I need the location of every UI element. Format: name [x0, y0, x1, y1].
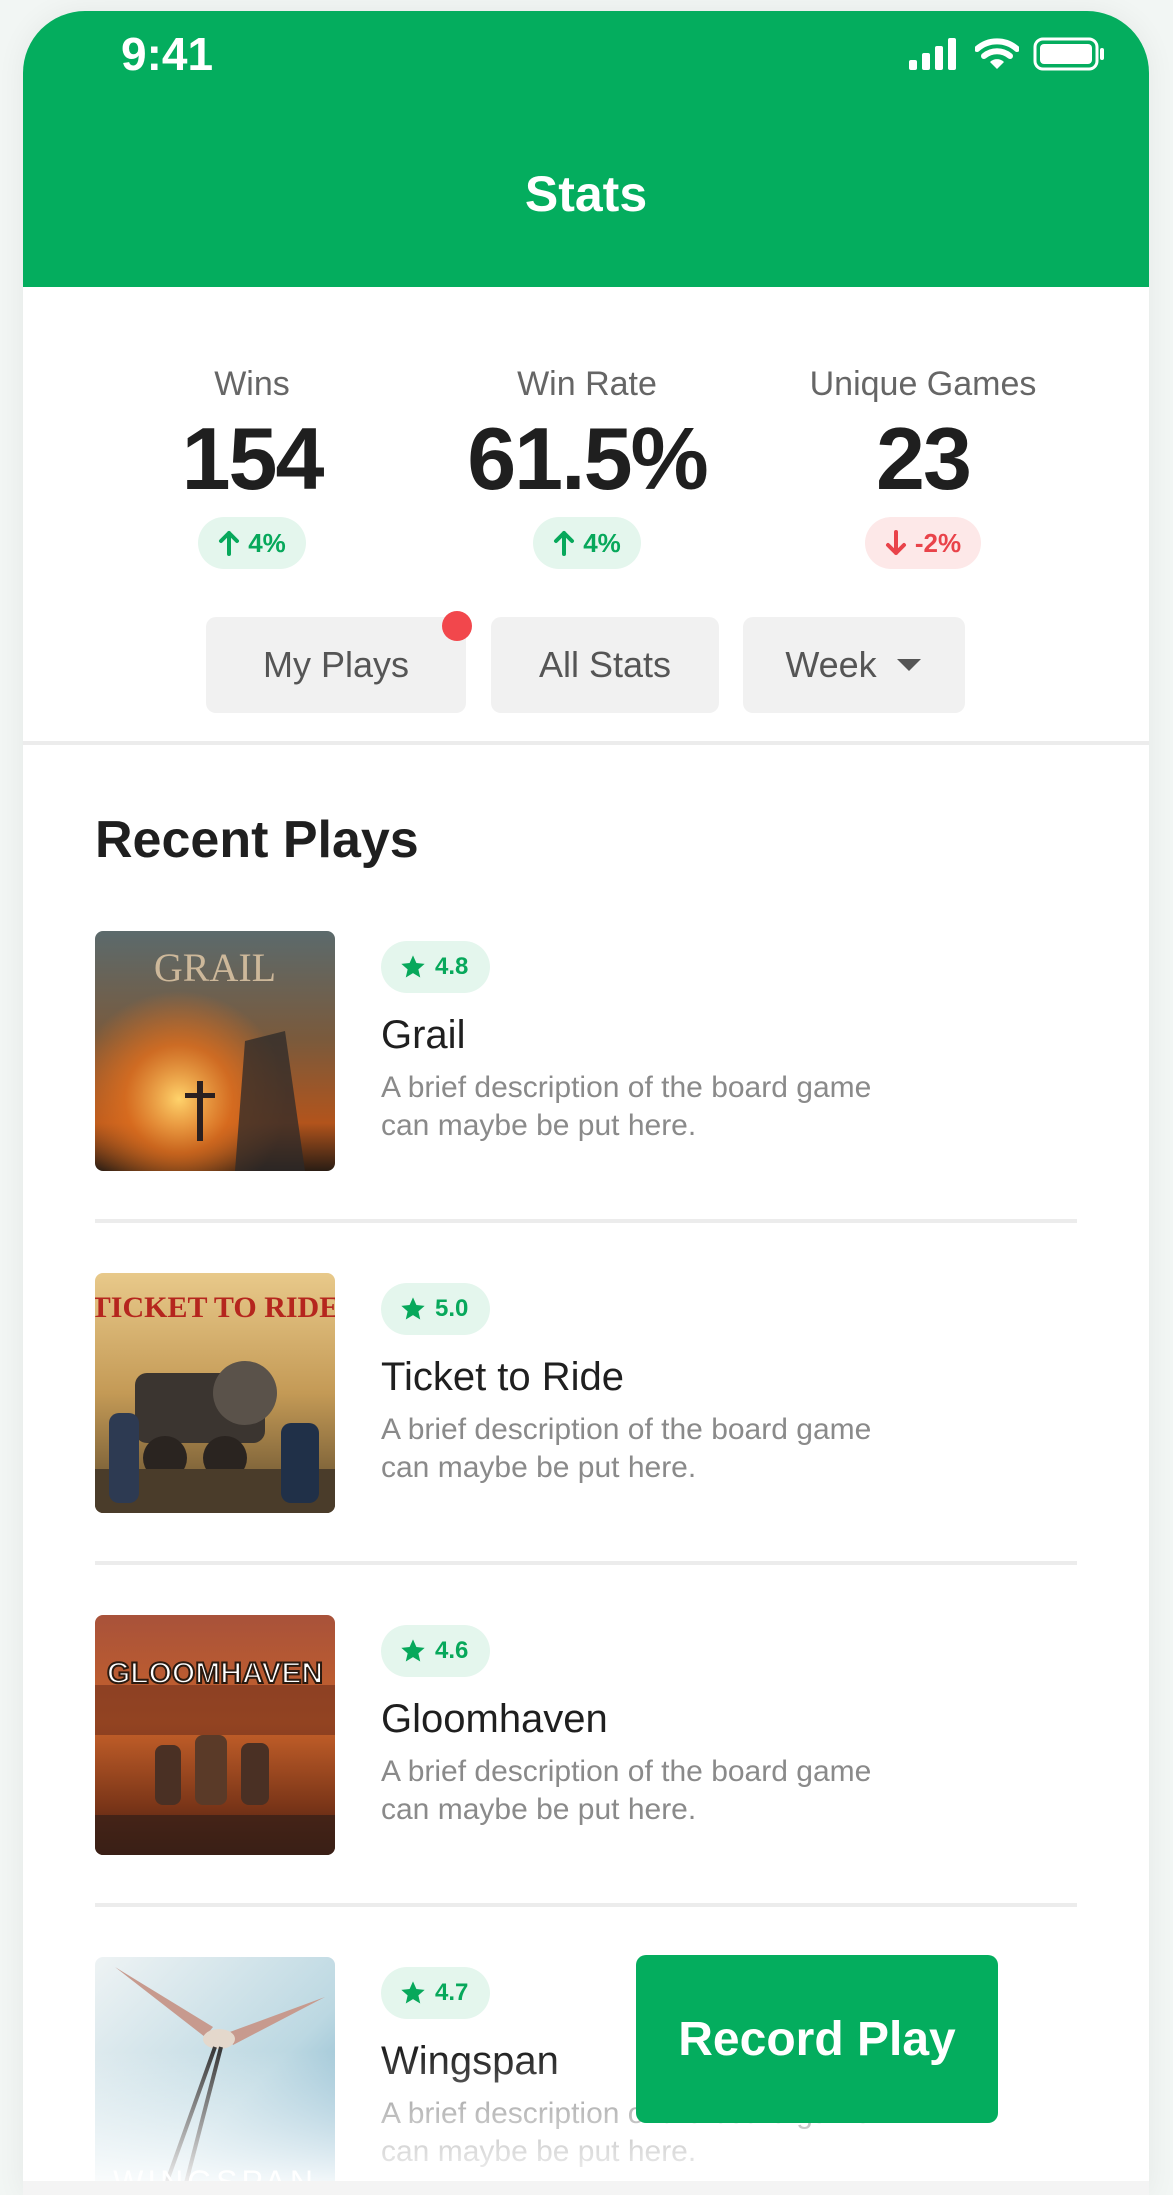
bottom-bar — [23, 2181, 1149, 2195]
trend-value: -2% — [914, 527, 962, 558]
stat-value: 61.5% — [467, 409, 709, 508]
game-title: Ticket to Ride — [381, 1355, 625, 1399]
tab-all-stats[interactable]: All Stats — [491, 617, 719, 713]
game-cover-gloomhaven: GLOOMHAVEN — [95, 1615, 335, 1855]
star-icon — [401, 955, 425, 978]
section-divider — [23, 741, 1149, 745]
stat-win-rate: Win Rate 61.5% 4% — [417, 367, 757, 569]
trend-value: 4% — [248, 527, 286, 558]
rating-value: 4.8 — [435, 953, 469, 980]
rating-badge: 4.6 — [381, 1625, 491, 1677]
item-divider — [95, 1219, 1077, 1223]
game-title: Wingspan — [381, 2039, 559, 2083]
game-cover-wingspan: WINGSPAN — [95, 1957, 335, 2195]
app-header: 9:41 Stats — [23, 11, 1149, 287]
arrow-up-icon — [554, 531, 575, 556]
tab-label: All Stats — [538, 644, 672, 685]
stat-label: Win Rate — [517, 365, 657, 403]
tab-my-plays[interactable]: My Plays — [206, 611, 472, 713]
battery-icon — [1033, 37, 1104, 71]
notification-dot — [442, 611, 472, 641]
game-title: Gloomhaven — [381, 1697, 608, 1741]
game-description: A brief description of the board game ca… — [381, 1755, 872, 1826]
stat-wins: Wins 154 4% — [82, 367, 422, 569]
list-item[interactable]: TICKET TO RIDE 5.0 Ticket to Ride A brie… — [95, 1273, 1077, 1615]
rating-value: 4.6 — [435, 1637, 469, 1664]
status-icons — [909, 37, 1105, 71]
trend-badge-down: -2% — [864, 517, 982, 569]
cover-text: GLOOMHAVEN — [107, 1657, 323, 1690]
list-item[interactable]: GLOOMHAVEN 4.6 Gloomhaven A brief descri… — [95, 1615, 1077, 1957]
phone-screen: 9:41 Stats Wins 154 4% Win Rate 61.5% 4%… — [23, 11, 1149, 2195]
period-label: Week — [785, 644, 877, 685]
trend-badge-up: 4% — [533, 517, 641, 569]
signal-icon — [909, 38, 956, 70]
status-time: 9:41 — [121, 28, 214, 80]
game-cover-grail: GRAIL — [95, 931, 335, 1171]
stat-value: 154 — [181, 409, 325, 508]
trend-value: 4% — [583, 527, 621, 558]
trend-badge-up: 4% — [198, 517, 306, 569]
item-divider — [95, 1561, 1077, 1565]
item-divider — [95, 1903, 1077, 1907]
stat-label: Wins — [214, 365, 290, 403]
star-icon — [401, 1639, 425, 1662]
cover-text: TICKET TO RIDE — [95, 1291, 335, 1324]
cover-text: GRAIL — [154, 945, 276, 990]
section-title: Recent Plays — [95, 811, 419, 869]
record-play-button[interactable]: Record Play — [636, 1955, 998, 2123]
page-title: Stats — [524, 166, 648, 222]
arrow-up-icon — [219, 531, 240, 556]
game-title: Grail — [381, 1013, 466, 1057]
rating-badge: 4.7 — [381, 1967, 491, 2019]
stat-value: 23 — [876, 409, 972, 508]
stat-unique-games: Unique Games 23 -2% — [753, 367, 1093, 569]
caret-down-icon — [896, 659, 921, 671]
list-item[interactable]: GRAIL 4.8 Grail A brief description of t… — [95, 931, 1077, 1273]
star-icon — [401, 1981, 425, 2004]
rating-value: 4.7 — [435, 1979, 469, 2006]
rating-value: 5.0 — [435, 1295, 469, 1322]
period-dropdown[interactable]: Week — [743, 617, 965, 713]
game-description: A brief description of the board game ca… — [381, 1071, 872, 1142]
game-cover-ticket-to-ride: TICKET TO RIDE — [95, 1273, 335, 1513]
star-icon — [401, 1297, 425, 1320]
rating-badge: 5.0 — [381, 1283, 491, 1335]
stat-label: Unique Games — [809, 365, 1037, 403]
arrow-down-icon — [885, 530, 906, 555]
wifi-icon — [975, 38, 1019, 69]
tab-label: My Plays — [262, 644, 410, 685]
stats-summary: Wins 154 4% Win Rate 61.5% 4% Unique Gam… — [23, 287, 1149, 742]
stats-tabs: My Plays All Stats Week — [23, 611, 1149, 713]
rating-badge: 4.8 — [381, 941, 491, 993]
game-description: A brief description of the board game ca… — [381, 1413, 872, 1484]
